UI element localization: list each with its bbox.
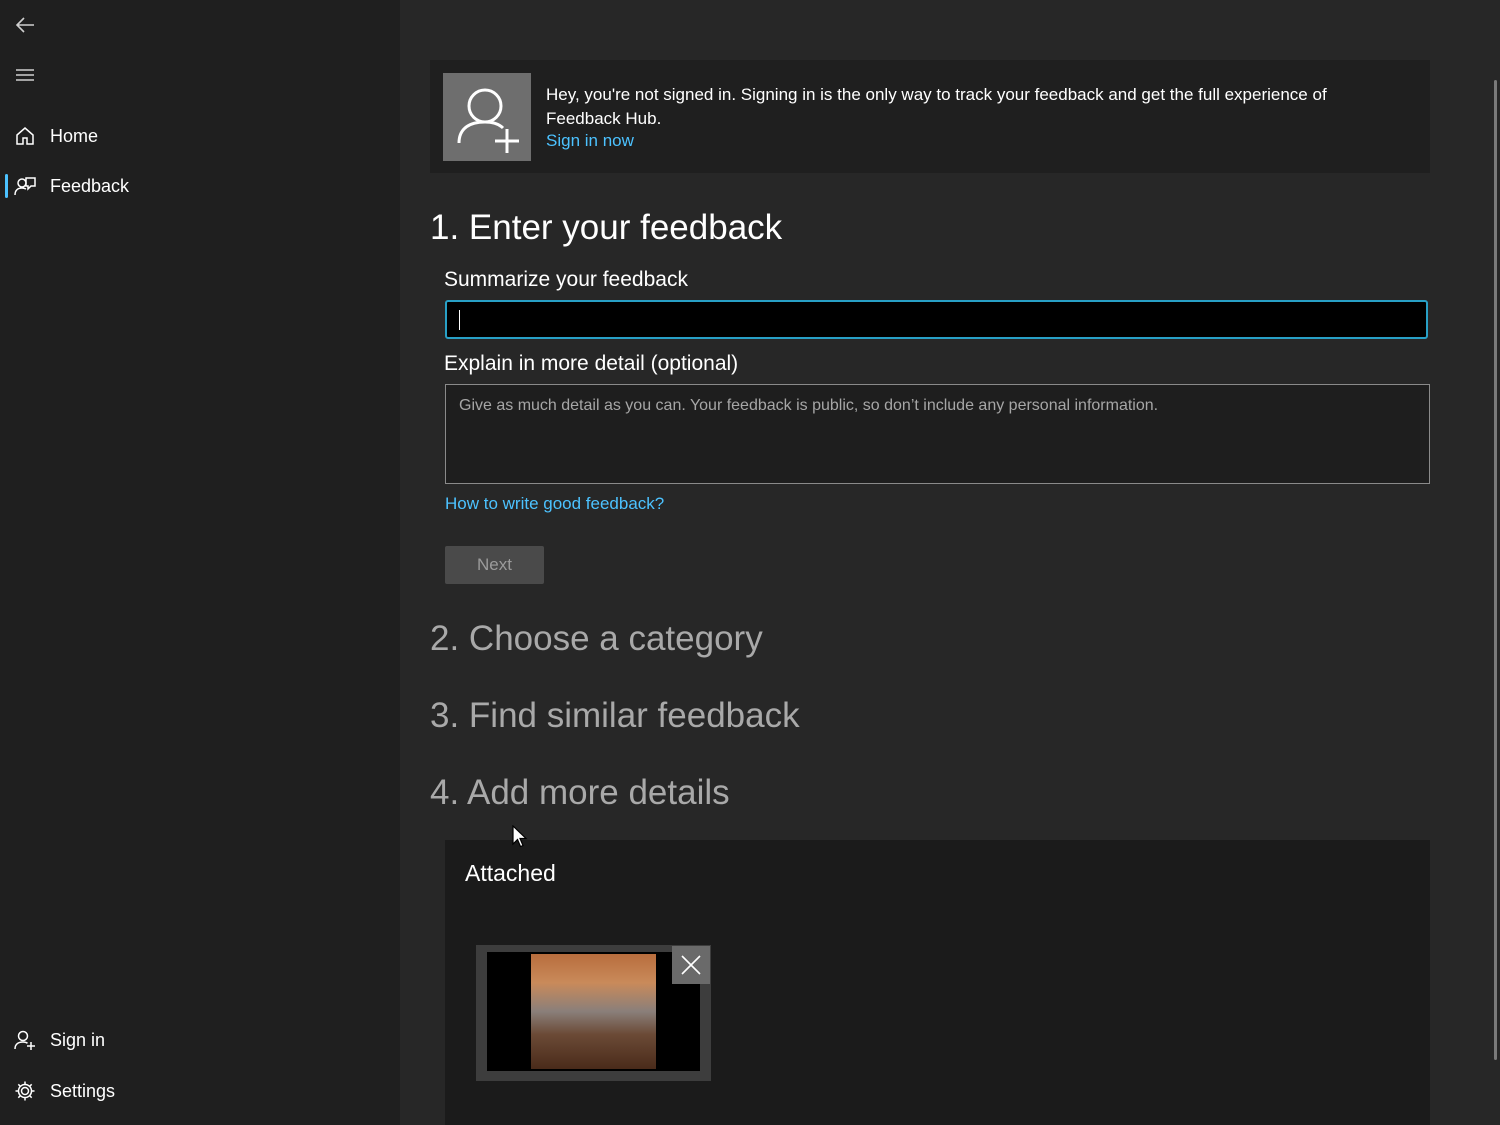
screenshot-image (531, 954, 656, 1069)
attachment-thumbnail[interactable] (476, 945, 711, 1081)
back-arrow-icon (15, 17, 34, 33)
banner-message: Hey, you're not signed in. Signing in is… (546, 85, 1327, 128)
detail-placeholder: Give as much detail as you can. Your fee… (459, 397, 1159, 414)
avatar (443, 73, 531, 161)
sidebar-item-label: Home (50, 125, 99, 146)
step-3-title[interactable]: 3. Find similar feedback (430, 696, 800, 736)
sidebar-item-sign-in[interactable]: Sign in (0, 1020, 400, 1060)
person-icon (14, 1030, 35, 1050)
detail-textarea[interactable]: Give as much detail as you can. Your fee… (445, 384, 1430, 484)
step-4-title[interactable]: 4. Add more details (430, 773, 730, 813)
next-button[interactable]: Next (445, 546, 544, 584)
step-1-title: 1. Enter your feedback (430, 208, 783, 247)
home-icon (16, 127, 34, 145)
menu-button[interactable] (10, 60, 40, 90)
close-icon (681, 955, 701, 975)
summary-label: Summarize your feedback (444, 268, 688, 291)
sidebar-item-feedback[interactable]: Feedback (0, 166, 400, 206)
mouse-cursor-icon (512, 825, 528, 848)
add-person-icon (457, 88, 519, 153)
gear-icon (15, 1081, 35, 1101)
feedback-icon (14, 177, 36, 196)
attached-title: Attached (465, 860, 556, 886)
remove-attachment-button[interactable] (672, 946, 710, 984)
how-to-write-link[interactable]: How to write good feedback? (445, 494, 664, 514)
thumbnail-preview (487, 952, 700, 1071)
sidebar: Home Feedback Sign in Settings (0, 0, 400, 1125)
sign-in-now-link[interactable]: Sign in now (546, 131, 634, 151)
sidebar-item-label: Sign in (50, 1029, 106, 1050)
sidebar-item-label: Settings (50, 1080, 116, 1101)
text-caret (459, 310, 460, 330)
sidebar-item-settings[interactable]: Settings (0, 1071, 400, 1111)
selection-indicator (5, 174, 8, 198)
hamburger-icon (16, 69, 34, 81)
back-button[interactable] (10, 10, 40, 40)
summary-input[interactable] (445, 300, 1428, 339)
step-2-title[interactable]: 2. Choose a category (430, 619, 763, 659)
sidebar-item-label: Feedback (50, 175, 130, 196)
detail-label: Explain in more detail (optional) (444, 352, 739, 375)
scrollbar[interactable] (1494, 80, 1497, 1060)
sidebar-item-home[interactable]: Home (0, 116, 400, 156)
